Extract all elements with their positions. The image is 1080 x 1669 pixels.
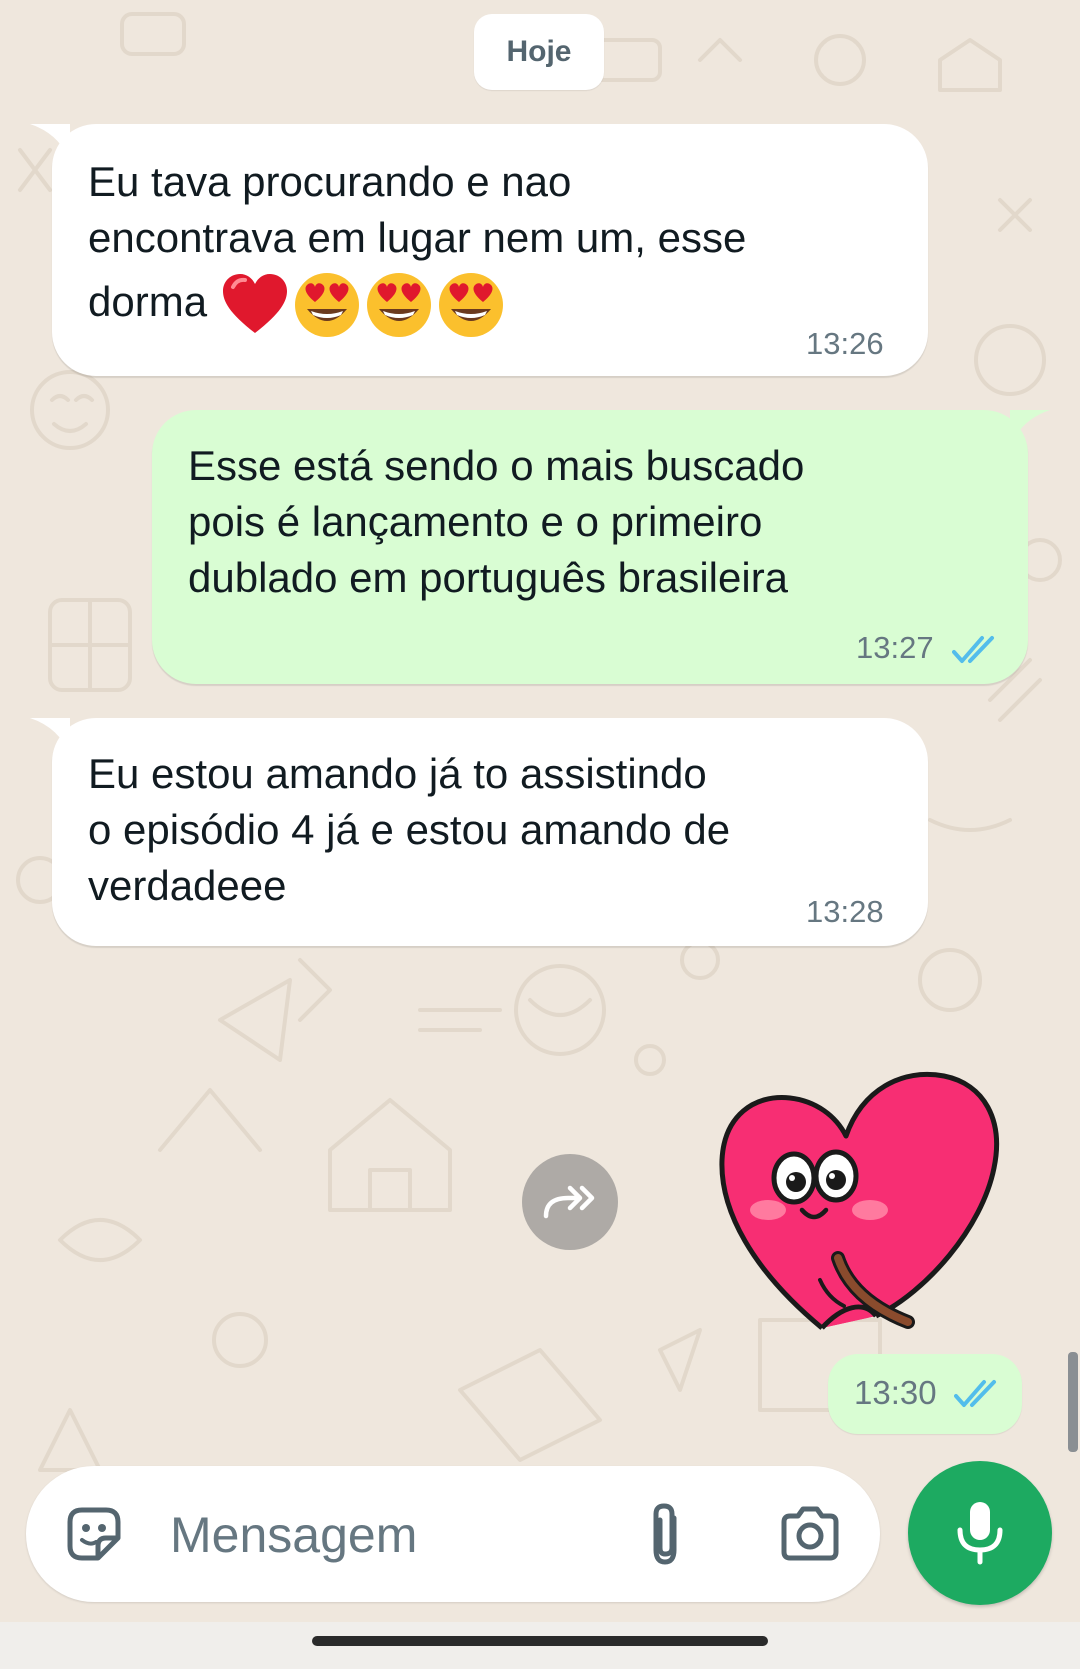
read-receipt-icon [954, 1380, 996, 1407]
message-timestamp: 13:26 [806, 326, 884, 361]
message-composer[interactable]: Mensagem [26, 1466, 880, 1602]
forward-button[interactable] [522, 1154, 618, 1250]
heart-eyes-emoji-icon [294, 272, 359, 337]
message-text: Eu estou amando já to assistindo o episó… [88, 750, 731, 909]
sticker-icon[interactable] [62, 1502, 126, 1566]
date-separator: Hoje [474, 14, 604, 90]
message-timestamp: 13:27 [856, 630, 934, 665]
red-heart-icon [222, 273, 287, 333]
read-receipt-icon [952, 636, 994, 663]
message-text: Esse está sendo o mais buscado pois é la… [188, 442, 805, 601]
forward-icon [543, 1185, 595, 1219]
scrollbar-thumb[interactable] [1068, 1352, 1078, 1452]
pink-heart-sticker[interactable] [712, 1060, 1012, 1350]
message-timestamp: 13:30 [854, 1374, 937, 1411]
heart-eyes-emoji-icon [438, 272, 503, 337]
sticker-timestamp-chip: 13:30 [828, 1354, 1022, 1434]
heart-eyes-emoji-icon [366, 272, 431, 337]
emoji-group [219, 269, 507, 341]
message-bubble-incoming[interactable]: Eu estou amando já to assistindo o episó… [52, 718, 928, 946]
message-text: Eu tava procurando e nao encontrava em l… [88, 154, 746, 338]
message-bubble-outgoing[interactable]: Esse está sendo o mais buscado pois é la… [152, 410, 1028, 684]
message-timestamp: 13:28 [806, 894, 884, 929]
mic-icon [957, 1502, 1003, 1565]
home-gesture-handle[interactable] [312, 1636, 768, 1646]
message-input[interactable]: Mensagem [170, 1506, 417, 1564]
voice-message-button[interactable] [908, 1461, 1052, 1605]
attach-icon[interactable] [640, 1500, 690, 1570]
message-bubble-incoming[interactable]: Eu tava procurando e nao encontrava em l… [52, 124, 928, 376]
system-navigation-bar [0, 1622, 1080, 1669]
camera-icon[interactable] [778, 1504, 842, 1564]
